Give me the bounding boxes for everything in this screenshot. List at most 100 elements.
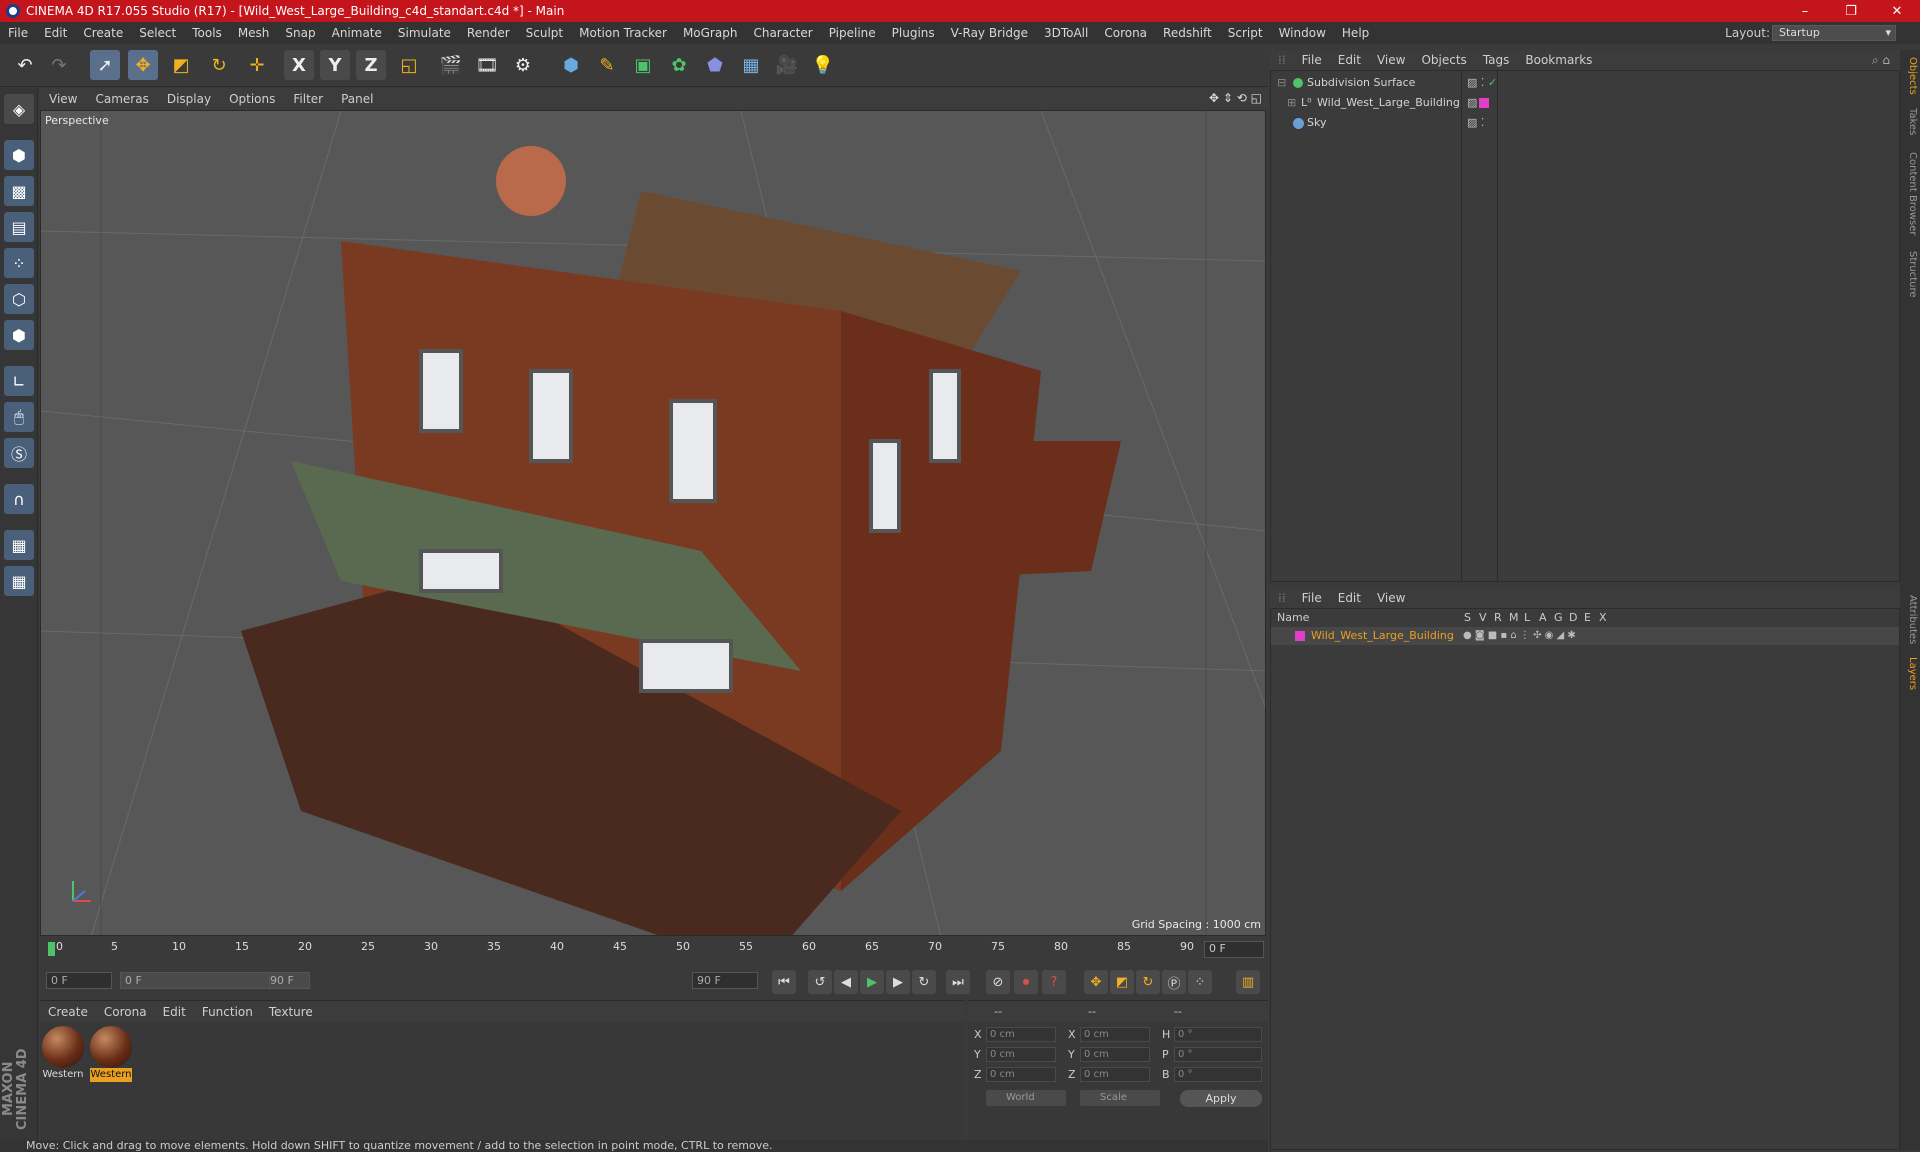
tweak-mode-icon[interactable]: 🖱 xyxy=(4,402,34,432)
menu-redshift[interactable]: Redshift xyxy=(1155,22,1220,44)
tab-structure[interactable]: Structure xyxy=(1902,246,1918,302)
keyframe-selection-icon[interactable]: ⊘ xyxy=(986,970,1010,994)
range-slider-end[interactable]: 90 F xyxy=(270,972,310,989)
menu-window[interactable]: Window xyxy=(1271,22,1334,44)
position-z-field[interactable]: 0 cm xyxy=(986,1067,1056,1082)
viewport-nav-icons[interactable]: ✥ ⇕ ⟲ ◱ xyxy=(1209,91,1262,105)
play-icon[interactable]: ▶ xyxy=(860,970,884,994)
tab-content-browser[interactable]: Content Browser xyxy=(1902,146,1918,242)
coordinate-system-icon[interactable]: ◱ xyxy=(394,50,424,80)
menu-plugins[interactable]: Plugins xyxy=(884,22,943,44)
material-swatch-selected[interactable]: Western xyxy=(90,1026,132,1084)
layer-toggle-icons[interactable]: ● ◙ ■ ▪ ⌂ ⋮ ✣ ◉ ◢ ✱ xyxy=(1463,627,1576,645)
texture-mode-icon[interactable]: ▩ xyxy=(4,176,34,206)
menu-script[interactable]: Script xyxy=(1220,22,1271,44)
light-icon[interactable]: 💡 xyxy=(808,50,838,80)
menu-vray-bridge[interactable]: V-Ray Bridge xyxy=(943,22,1036,44)
menu-pipeline[interactable]: Pipeline xyxy=(821,22,884,44)
workplane-icon[interactable]: ▤ xyxy=(4,212,34,242)
object-row[interactable]: ⊞ L⁰ Wild_West_Large_Building ▨ xyxy=(1271,93,1899,113)
viewport-menu-filter[interactable]: Filter xyxy=(284,92,332,106)
render-settings-icon[interactable]: ⚙ xyxy=(508,50,538,80)
record-keyframe-icon[interactable]: ⏺ xyxy=(1014,970,1038,994)
layer-menu-file[interactable]: File xyxy=(1294,591,1330,605)
object-menu-file[interactable]: File xyxy=(1294,53,1330,67)
snap-magnet-icon[interactable]: ∩ xyxy=(4,484,34,514)
timeline-ruler[interactable]: 0 5 10 15 20 25 30 35 40 45 50 55 60 65 … xyxy=(40,938,1268,962)
planar-workplane-icon[interactable]: ▦ xyxy=(4,566,34,596)
layout-select[interactable]: Startup xyxy=(1772,25,1896,41)
lock-z-axis-button[interactable]: Z xyxy=(356,50,386,80)
coordinate-mode-select[interactable]: World xyxy=(986,1090,1066,1106)
spline-pen-icon[interactable]: ✎ xyxy=(592,50,622,80)
object-menu-objects[interactable]: Objects xyxy=(1413,53,1474,67)
current-frame-field[interactable]: 0 F xyxy=(1204,941,1264,958)
previous-key-icon[interactable]: ↺ xyxy=(808,970,832,994)
menu-mesh[interactable]: Mesh xyxy=(230,22,278,44)
size-z-field[interactable]: 0 cm xyxy=(1080,1067,1150,1082)
transform-tool-icon[interactable]: ✛ xyxy=(242,50,272,80)
mograph-cloner-icon[interactable]: ✿ xyxy=(664,50,694,80)
scale-tool-icon[interactable]: ◩ xyxy=(166,50,196,80)
object-row[interactable]: Sky ▨ ⁚ xyxy=(1271,113,1899,133)
go-to-start-icon[interactable]: ⏮ xyxy=(772,970,796,994)
previous-frame-icon[interactable]: ◀ xyxy=(834,970,858,994)
menu-render[interactable]: Render xyxy=(459,22,518,44)
visibility-dots[interactable]: ▨ ⁚ xyxy=(1467,113,1484,133)
position-x-field[interactable]: 0 cm xyxy=(986,1027,1056,1042)
subdivision-surface-icon[interactable]: ▣ xyxy=(628,50,658,80)
layer-row[interactable]: Wild_West_Large_Building ● ◙ ■ ▪ ⌂ ⋮ ✣ ◉… xyxy=(1271,627,1899,645)
menu-corona[interactable]: Corona xyxy=(1096,22,1155,44)
object-row[interactable]: ⊟ Subdivision Surface ▨ ⁚ ✓ xyxy=(1271,73,1899,93)
deformer-icon[interactable]: ⬟ xyxy=(700,50,730,80)
lock-y-axis-button[interactable]: Y xyxy=(320,50,350,80)
menu-3dtoall[interactable]: 3DToAll xyxy=(1036,22,1096,44)
menu-file[interactable]: File xyxy=(0,22,36,44)
menu-sculpt[interactable]: Sculpt xyxy=(518,22,571,44)
material-menu-corona[interactable]: Corona xyxy=(96,1005,155,1019)
panel-grip-icon[interactable]: ⁞⁞ xyxy=(1270,591,1294,605)
cube-primitive-icon[interactable]: ⬢ xyxy=(556,50,586,80)
position-y-field[interactable]: 0 cm xyxy=(986,1047,1056,1062)
playhead-marker[interactable] xyxy=(48,942,55,956)
next-frame-icon[interactable]: ▶ xyxy=(886,970,910,994)
polygons-mode-icon[interactable]: ⬢ xyxy=(4,320,34,350)
viewport-menu-display[interactable]: Display xyxy=(158,92,220,106)
key-parameter-icon[interactable]: Ⓟ xyxy=(1162,970,1186,994)
rotation-b-field[interactable]: 0 ° xyxy=(1174,1067,1262,1082)
tab-attributes[interactable]: Attributes xyxy=(1902,590,1918,650)
key-rotation-icon[interactable]: ↻ xyxy=(1136,970,1160,994)
panel-grip-icon[interactable]: ⁞⁞ xyxy=(1270,53,1294,67)
restore-button[interactable]: ❐ xyxy=(1828,0,1874,22)
size-mode-select[interactable]: Scale xyxy=(1080,1090,1160,1106)
solo-mode-icon[interactable]: Ⓢ xyxy=(4,438,34,468)
tab-objects[interactable]: Objects xyxy=(1902,56,1918,96)
menu-motion-tracker[interactable]: Motion Tracker xyxy=(571,22,675,44)
rotation-p-field[interactable]: 0 ° xyxy=(1174,1047,1262,1062)
object-menu-bookmarks[interactable]: Bookmarks xyxy=(1517,53,1600,67)
key-scale-icon[interactable]: ◩ xyxy=(1110,970,1134,994)
menu-help[interactable]: Help xyxy=(1334,22,1377,44)
material-menu-function[interactable]: Function xyxy=(194,1005,261,1019)
3d-viewport[interactable]: Perspective Grid Spacing : 1000 cm xyxy=(40,110,1266,936)
range-slider-start[interactable]: 0 F xyxy=(120,972,270,989)
object-menu-edit[interactable]: Edit xyxy=(1330,53,1369,67)
timeline-window-icon[interactable]: ▥ xyxy=(1236,970,1260,994)
autokey-icon[interactable]: ? xyxy=(1042,970,1066,994)
visibility-dots[interactable]: ▨ xyxy=(1467,93,1477,113)
size-x-field[interactable]: 0 cm xyxy=(1080,1027,1150,1042)
viewport-menu-view[interactable]: View xyxy=(40,92,86,106)
live-selection-icon[interactable]: ➚ xyxy=(90,50,120,80)
material-menu-edit[interactable]: Edit xyxy=(155,1005,194,1019)
viewport-menu-panel[interactable]: Panel xyxy=(332,92,382,106)
object-manager-search-icon[interactable]: ⌕ ⌂ xyxy=(1872,53,1890,68)
axis-mode-icon[interactable]: ∟ xyxy=(4,366,34,396)
material-menu-create[interactable]: Create xyxy=(40,1005,96,1019)
tab-layers[interactable]: Layers xyxy=(1902,654,1918,694)
close-button[interactable]: ✕ xyxy=(1874,0,1920,22)
expand-toggle-icon[interactable]: ⊟ xyxy=(1277,73,1286,93)
material-menu-texture[interactable]: Texture xyxy=(261,1005,321,1019)
start-frame-field[interactable]: 0 F xyxy=(46,972,112,989)
go-to-end-icon[interactable]: ⏭ xyxy=(946,970,970,994)
visibility-dots[interactable]: ▨ ⁚ ✓ xyxy=(1467,73,1497,93)
